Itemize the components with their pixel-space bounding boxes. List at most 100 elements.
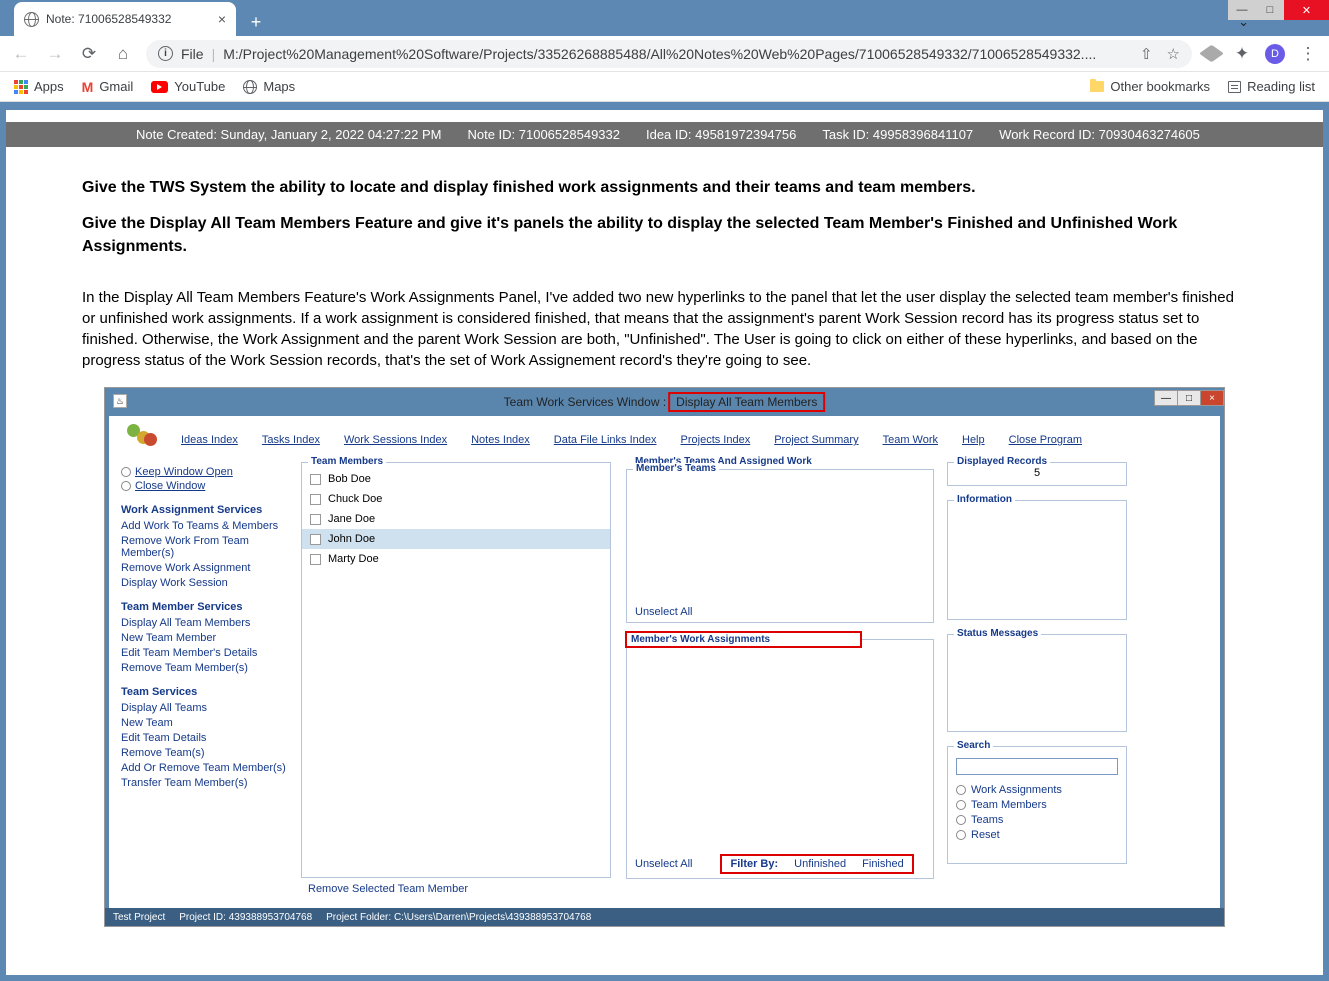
- bookmark-icon[interactable]: ☆: [1167, 45, 1180, 63]
- link-remove-team-members[interactable]: Remove Team Member(s): [121, 662, 297, 674]
- checkbox-icon[interactable]: [310, 534, 321, 545]
- link-transfer-team-members[interactable]: Transfer Team Member(s): [121, 777, 297, 789]
- checkbox-icon[interactable]: [310, 554, 321, 565]
- profile-avatar[interactable]: D: [1265, 44, 1285, 64]
- team-members-title: Team Members: [308, 456, 386, 467]
- forward-button[interactable]: →: [44, 44, 66, 64]
- globe-icon: [24, 12, 39, 27]
- menu-data-file-links[interactable]: Data File Links Index: [554, 434, 657, 446]
- tab-close-icon[interactable]: ×: [218, 11, 226, 27]
- globe-icon: [243, 80, 257, 94]
- team-member-row[interactable]: Jane Doe: [302, 509, 610, 529]
- app-window-title: Team Work Services Window : Display All …: [504, 392, 826, 412]
- heading-1: Give the TWS System the ability to locat…: [82, 177, 1247, 199]
- keep-window-open-radio[interactable]: Keep Window Open: [121, 466, 297, 478]
- note-id: Note ID: 71006528549332: [467, 127, 620, 142]
- link-remove-work-assignment[interactable]: Remove Work Assignment: [121, 562, 297, 574]
- app-minimize[interactable]: —: [1154, 390, 1178, 406]
- remove-selected-member-link[interactable]: Remove Selected Team Member: [308, 883, 468, 895]
- team-member-row[interactable]: Bob Doe: [302, 469, 610, 489]
- search-reset-radio[interactable]: Reset: [956, 829, 1118, 841]
- members-work-assignments-title: Member's Work Assignments: [625, 631, 862, 648]
- status-project-id: Project ID: 439388953704768: [179, 912, 312, 923]
- team-member-row[interactable]: Chuck Doe: [302, 489, 610, 509]
- filter-unfinished-link[interactable]: Unfinished: [794, 858, 846, 870]
- home-button[interactable]: ⌂: [112, 44, 134, 64]
- menu-close-program[interactable]: Close Program: [1009, 434, 1082, 446]
- window-close[interactable]: ✕: [1284, 0, 1329, 20]
- back-button[interactable]: ←: [10, 44, 32, 64]
- bookmarks-bar: Apps MGmail YouTube Maps Other bookmarks…: [0, 72, 1329, 102]
- task-id: Task ID: 49958396841107: [822, 127, 973, 142]
- chrome-menu-icon[interactable]: ⋮: [1297, 44, 1319, 64]
- link-add-work[interactable]: Add Work To Teams & Members: [121, 520, 297, 532]
- members-teams-panel: Member's Teams Unselect All: [626, 469, 934, 623]
- link-edit-team-details[interactable]: Edit Team Details: [121, 732, 297, 744]
- app-close[interactable]: ×: [1200, 390, 1224, 406]
- extension-cube-icon[interactable]: [1199, 45, 1224, 62]
- right-column: Displayed Records 5 Information Status M…: [947, 462, 1127, 878]
- app-logo: [127, 424, 157, 446]
- close-window-radio[interactable]: Close Window: [121, 480, 297, 492]
- search-work-assignments-radio[interactable]: Work Assignments: [956, 784, 1118, 796]
- link-new-team-member[interactable]: New Team Member: [121, 632, 297, 644]
- search-team-members-radio[interactable]: Team Members: [956, 799, 1118, 811]
- app-screenshot: ♨ Team Work Services Window : Display Al…: [104, 387, 1225, 927]
- address-bar[interactable]: i File | M:/Project%20Management%20Softw…: [146, 40, 1192, 68]
- link-new-team[interactable]: New Team: [121, 717, 297, 729]
- reading-list[interactable]: Reading list: [1228, 79, 1315, 94]
- menu-projects[interactable]: Projects Index: [681, 434, 751, 446]
- link-remove-work-members[interactable]: Remove Work From Team Member(s): [121, 535, 297, 559]
- displayed-records-value: 5: [1034, 467, 1040, 479]
- youtube-bookmark[interactable]: YouTube: [151, 79, 225, 94]
- was-section-title: Work Assignment Services: [121, 504, 297, 516]
- unselect-all-work[interactable]: Unselect All: [635, 858, 692, 870]
- search-input[interactable]: [956, 758, 1118, 775]
- other-bookmarks[interactable]: Other bookmarks: [1090, 79, 1210, 94]
- team-member-row[interactable]: Marty Doe: [302, 549, 610, 569]
- menu-team-work[interactable]: Team Work: [883, 434, 938, 446]
- unselect-all-teams[interactable]: Unselect All: [635, 606, 692, 618]
- menu-tasks[interactable]: Tasks Index: [262, 434, 320, 446]
- new-tab-button[interactable]: +: [242, 8, 270, 36]
- filter-finished-link[interactable]: Finished: [862, 858, 904, 870]
- link-display-work-session[interactable]: Display Work Session: [121, 577, 297, 589]
- menu-project-summary[interactable]: Project Summary: [774, 434, 858, 446]
- menu-work-sessions[interactable]: Work Sessions Index: [344, 434, 447, 446]
- note-metadata-bar: Note Created: Sunday, January 2, 2022 04…: [6, 122, 1323, 147]
- team-member-row-selected[interactable]: John Doe: [302, 529, 610, 549]
- site-info-icon[interactable]: i: [158, 46, 173, 61]
- browser-toolbar: ← → ⟳ ⌂ i File | M:/Project%20Management…: [0, 36, 1329, 72]
- link-add-remove-team-members[interactable]: Add Or Remove Team Member(s): [121, 762, 297, 774]
- app-maximize[interactable]: □: [1177, 390, 1201, 406]
- maps-bookmark[interactable]: Maps: [243, 79, 295, 94]
- link-remove-teams[interactable]: Remove Team(s): [121, 747, 297, 759]
- body-paragraph: In the Display All Team Members Feature'…: [82, 287, 1247, 371]
- window-maximize[interactable]: □: [1256, 0, 1284, 20]
- menu-ideas[interactable]: Ideas Index: [181, 434, 238, 446]
- link-edit-team-member[interactable]: Edit Team Member's Details: [121, 647, 297, 659]
- displayed-records-title: Displayed Records: [954, 456, 1050, 467]
- gmail-bookmark[interactable]: MGmail: [82, 79, 134, 95]
- window-minimize[interactable]: —: [1228, 0, 1256, 20]
- share-icon[interactable]: ⇧: [1140, 45, 1153, 63]
- link-display-all-team-members[interactable]: Display All Team Members: [121, 617, 297, 629]
- checkbox-icon[interactable]: [310, 494, 321, 505]
- browser-tab[interactable]: Note: 71006528549332 ×: [14, 2, 236, 36]
- checkbox-icon[interactable]: [310, 514, 321, 525]
- menu-help[interactable]: Help: [962, 434, 985, 446]
- menu-notes[interactable]: Notes Index: [471, 434, 530, 446]
- search-teams-radio[interactable]: Teams: [956, 814, 1118, 826]
- extensions-icon[interactable]: ✦: [1231, 44, 1253, 64]
- checkbox-icon[interactable]: [310, 474, 321, 485]
- link-display-all-teams[interactable]: Display All Teams: [121, 702, 297, 714]
- apps-shortcut[interactable]: Apps: [14, 79, 64, 94]
- work-record-id: Work Record ID: 70930463274605: [999, 127, 1200, 142]
- url-text: M:/Project%20Management%20Software/Proje…: [223, 46, 1096, 62]
- information-panel: Information: [947, 500, 1127, 620]
- filter-label: Filter By:: [730, 858, 778, 870]
- search-title: Search: [954, 740, 993, 751]
- reload-button[interactable]: ⟳: [78, 44, 100, 64]
- members-teams-and-work-panel: Member's Teams And Assigned Work Member'…: [625, 462, 935, 878]
- gmail-icon: M: [82, 79, 94, 95]
